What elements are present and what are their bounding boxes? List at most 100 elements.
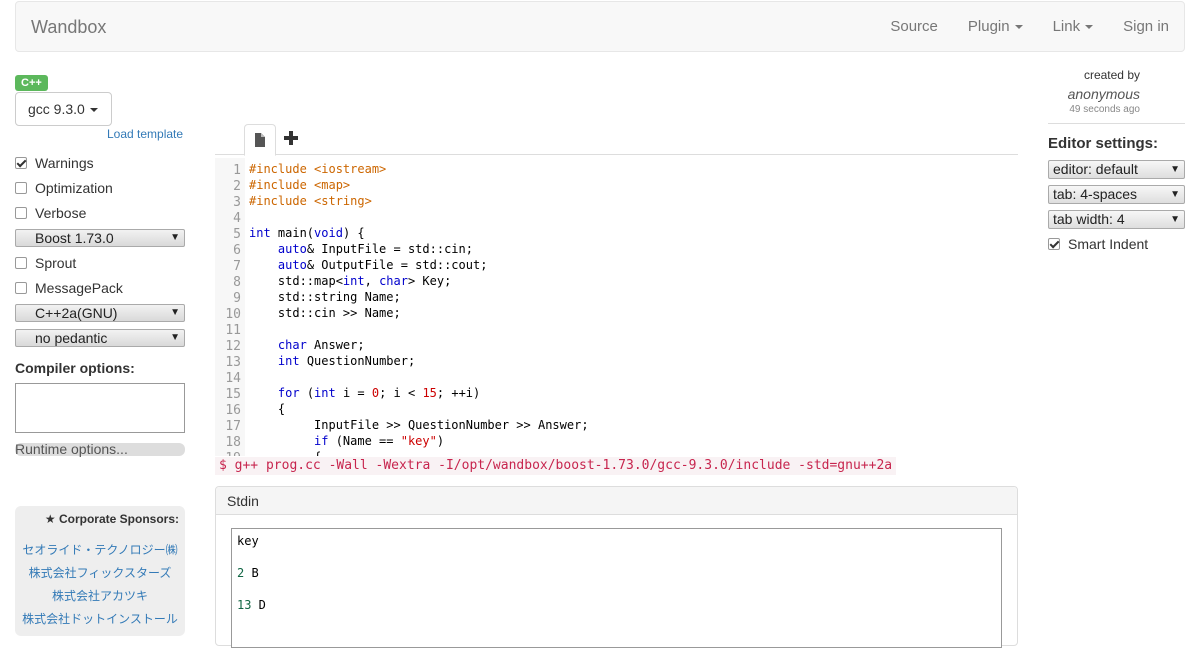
add-file-tab[interactable] — [281, 124, 301, 154]
line-number: 1 — [233, 163, 241, 178]
sprout-option[interactable]: Sprout — [15, 253, 76, 273]
nav-link-dropdown[interactable]: Link — [1038, 2, 1109, 51]
warnings-label: Warnings — [35, 155, 94, 171]
compiler-options-label: Compiler options: — [15, 360, 135, 376]
code-line: std::cin >> Name; — [249, 306, 401, 320]
boost-version-select[interactable]: Boost 1.73.0 ▼ — [15, 229, 185, 247]
code-line: auto& OutputFile = std::cout; — [277, 258, 488, 272]
caret-down-icon: ▼ — [1170, 214, 1180, 225]
warnings-checkbox[interactable] — [15, 157, 27, 169]
optimization-label: Optimization — [35, 180, 113, 196]
code-line: #include <string> — [249, 194, 372, 208]
tab-type-select[interactable]: tab: 4-spaces ▼ — [1048, 185, 1185, 204]
file-icon — [255, 133, 265, 147]
caret-down-icon: ▼ — [1170, 164, 1180, 175]
line-number: 6 — [233, 243, 241, 258]
nav-plugin-dropdown[interactable]: Plugin — [953, 2, 1038, 51]
code-line: char Answer; — [277, 338, 365, 352]
line-number: 9 — [233, 291, 241, 306]
line-number: 8 — [233, 275, 241, 290]
code-line: int QuestionNumber; — [277, 354, 416, 368]
smart-indent-option[interactable]: Smart Indent — [1048, 234, 1148, 254]
line-number: 2 — [233, 179, 241, 194]
sponsor-link[interactable]: セオライド・テクノロジー㈱ — [15, 541, 185, 558]
stdin-line: 13 D — [237, 598, 266, 612]
caret-down-icon — [1014, 25, 1023, 30]
tab-source-file[interactable] — [244, 124, 276, 156]
sprout-label: Sprout — [35, 255, 77, 271]
load-template-link[interactable]: Load template — [107, 127, 183, 141]
line-number: 3 — [233, 195, 241, 210]
sponsor-link[interactable]: 株式会社アカツキ — [15, 587, 185, 604]
top-navbar: Wandbox Source Plugin Link Sign in — [15, 1, 1185, 52]
sponsor-link[interactable]: 株式会社フィックスターズ — [15, 564, 185, 581]
line-number: 16 — [225, 403, 241, 418]
code-line: { — [249, 449, 321, 456]
caret-down-icon: ▼ — [170, 232, 180, 243]
code-line: { — [249, 402, 286, 416]
nav-source-link[interactable]: Source — [875, 2, 953, 51]
runtime-options-toggle[interactable]: Runtime options... — [15, 442, 185, 456]
sprout-checkbox[interactable] — [15, 257, 27, 269]
code-line: #include <map> — [249, 178, 351, 192]
line-number: 4 — [233, 211, 241, 226]
caret-down-icon: ▼ — [170, 332, 180, 343]
sponsors-title: ★ Corporate Sponsors: — [44, 512, 179, 526]
code-line: if (Name == "key") — [314, 434, 445, 448]
caret-down-icon: ▼ — [170, 307, 180, 318]
line-number: 13 — [225, 355, 241, 370]
line-number: 18 — [225, 435, 241, 450]
star-icon: ★ — [44, 512, 59, 526]
code-line: int main(void) { — [249, 226, 365, 240]
pedantic-select[interactable]: no pedantic ▼ — [15, 329, 185, 347]
line-number: 14 — [225, 371, 241, 386]
verbose-checkbox[interactable] — [15, 207, 27, 219]
stdin-panel: Stdin key 2 B 13 D — [215, 486, 1018, 648]
line-number: 12 — [225, 339, 241, 354]
stdin-textarea[interactable]: key 2 B 13 D — [231, 528, 1002, 648]
messagepack-checkbox[interactable] — [15, 282, 27, 294]
code-line: auto& InputFile = std::cin; — [277, 242, 473, 256]
code-line: std::string Name; — [249, 290, 401, 304]
messagepack-option[interactable]: MessagePack — [15, 278, 123, 298]
line-number: 10 — [225, 307, 241, 322]
code-line: #include <iostream> — [249, 162, 387, 176]
warnings-option[interactable]: Warnings — [15, 153, 94, 173]
stdin-heading[interactable]: Stdin — [216, 487, 1017, 515]
optimization-option[interactable]: Optimization — [15, 178, 113, 198]
line-number: 5 — [233, 227, 241, 242]
smart-indent-checkbox[interactable] — [1048, 238, 1060, 250]
smart-indent-label: Smart Indent — [1068, 236, 1149, 252]
line-number: 11 — [225, 323, 241, 338]
verbose-label: Verbose — [35, 205, 87, 221]
author-name: anonymous — [1067, 86, 1140, 102]
caret-down-icon — [89, 108, 98, 113]
plus-icon — [284, 131, 298, 145]
optimization-checkbox[interactable] — [15, 182, 27, 194]
compile-command-line: $ g++ prog.cc -Wall -Wextra -I/opt/wandb… — [215, 457, 897, 475]
compiler-options-textarea[interactable] — [15, 383, 185, 433]
code-line: for (int i = 0; i < 15; ++i) — [277, 386, 481, 400]
created-by-label: created by — [1083, 68, 1140, 82]
caret-down-icon: ▼ — [1170, 189, 1180, 200]
messagepack-label: MessagePack — [35, 280, 123, 296]
line-number: 15 — [225, 387, 241, 402]
caret-down-icon — [1085, 25, 1094, 30]
language-badge[interactable]: C++ — [15, 75, 48, 91]
editor-mode-select[interactable]: editor: default ▼ — [1048, 160, 1185, 179]
cpp-standard-select[interactable]: C++2a(GNU) ▼ — [15, 304, 185, 322]
line-number: 19 — [215, 451, 241, 456]
code-line: std::map<int, char> Key; — [249, 274, 452, 288]
brand-logo-link[interactable]: Wandbox — [31, 17, 106, 38]
tab-width-select[interactable]: tab width: 4 ▼ — [1048, 210, 1185, 229]
line-number: 17 — [225, 419, 241, 434]
line-number: 7 — [233, 259, 241, 274]
editor-settings-label: Editor settings: — [1048, 135, 1159, 152]
verbose-option[interactable]: Verbose — [15, 203, 86, 223]
nav-signin-link[interactable]: Sign in — [1108, 2, 1184, 51]
corporate-sponsors-panel: ★ Corporate Sponsors: セオライド・テクノロジー㈱ 株式会社… — [15, 506, 185, 636]
compiler-select-button[interactable]: gcc 9.3.0 — [15, 92, 112, 126]
code-editor[interactable]: 12345678910111213141516171819 #include <… — [215, 158, 1018, 456]
sponsor-link[interactable]: 株式会社ドットインストール — [15, 610, 185, 627]
stdin-line: 2 B — [237, 566, 259, 580]
